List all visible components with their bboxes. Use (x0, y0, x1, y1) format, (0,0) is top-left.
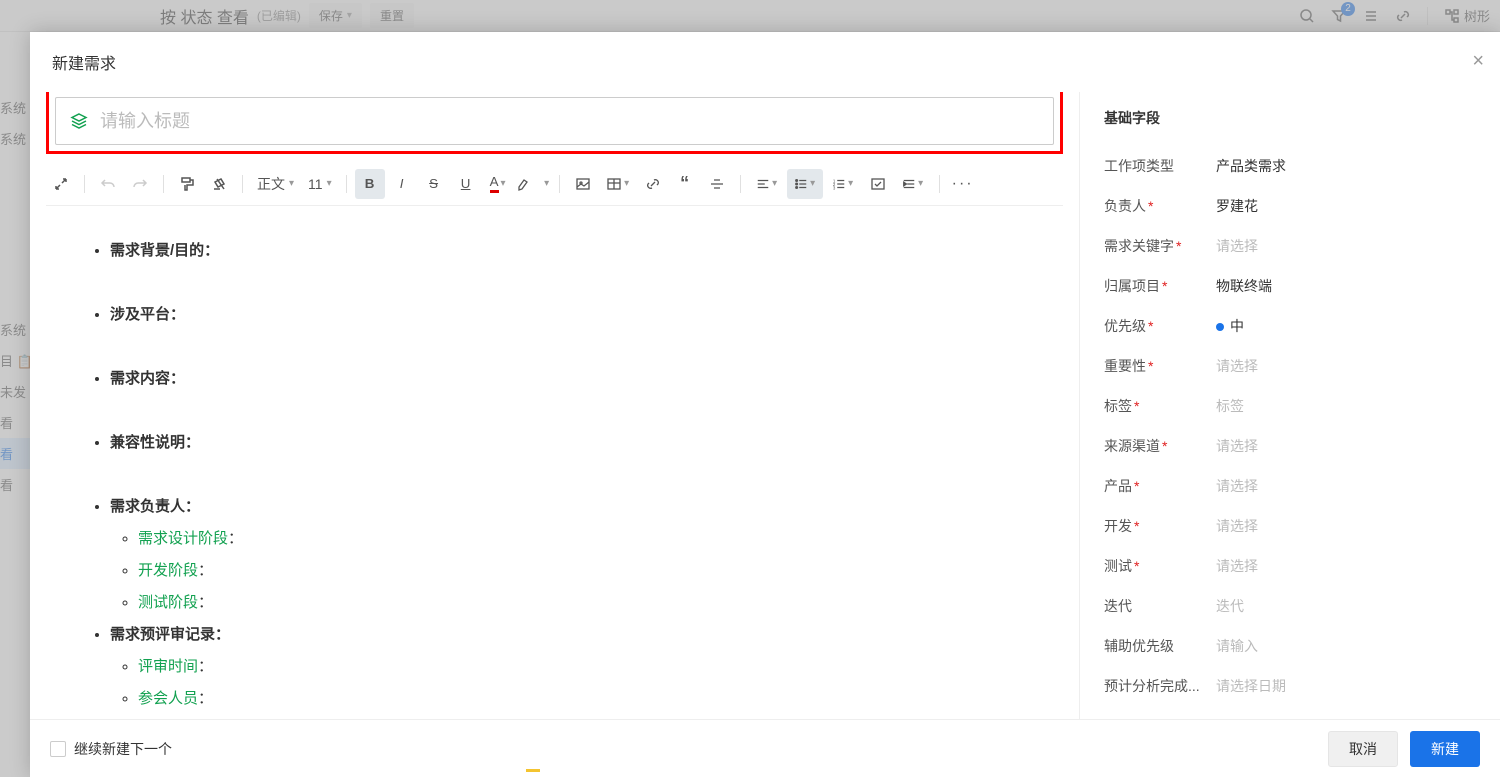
field-row[interactable]: 优先级* 中 (1104, 306, 1476, 346)
indent-button[interactable]: ▾ (895, 169, 931, 199)
field-label: 标签* (1104, 396, 1204, 416)
field-row[interactable]: 标签* 标签 (1104, 386, 1476, 426)
clear-format-icon[interactable] (204, 169, 234, 199)
field-label: 归属项目* (1104, 276, 1204, 296)
bullet-list-button[interactable]: ▾ (787, 169, 823, 199)
svg-text:3: 3 (833, 185, 836, 190)
underline-button[interactable]: U (451, 169, 481, 199)
field-value[interactable]: 物联终端 (1216, 276, 1272, 296)
font-color-button[interactable]: A▾ (483, 169, 513, 199)
font-size-select[interactable]: 11 ▾ (302, 169, 338, 199)
sidebar-section-title: 基础字段 (1104, 108, 1476, 128)
paragraph-format-select[interactable]: 正文 ▾ (251, 169, 300, 199)
field-row[interactable]: 负责人* 罗建花 (1104, 186, 1476, 226)
continue-label: 继续新建下一个 (74, 739, 172, 759)
field-value[interactable]: 罗建花 (1216, 196, 1258, 216)
field-value[interactable]: 产品类需求 (1216, 156, 1286, 176)
italic-button[interactable]: I (387, 169, 417, 199)
divider-icon[interactable] (702, 169, 732, 199)
undo-icon[interactable] (93, 169, 123, 199)
chevron-down-icon: ▾ (289, 178, 294, 189)
bold-button[interactable]: B (355, 169, 385, 199)
field-label: 测试* (1104, 556, 1204, 576)
field-label: 开发* (1104, 516, 1204, 536)
checklist-icon[interactable] (863, 169, 893, 199)
template-heading: 兼容性说明： (110, 434, 200, 451)
field-row[interactable]: 测试* 请选择 (1104, 546, 1476, 586)
table-icon[interactable]: ▾ (600, 169, 636, 199)
field-label: 工作项类型 (1104, 156, 1204, 176)
field-value[interactable]: 请选择 (1216, 236, 1258, 256)
strikethrough-button[interactable]: S (419, 169, 449, 199)
field-row[interactable]: 辅助优先级请输入 (1104, 626, 1476, 666)
field-row[interactable]: 工作项类型产品类需求 (1104, 146, 1476, 186)
field-label: 辅助优先级 (1104, 636, 1204, 656)
redo-icon[interactable] (125, 169, 155, 199)
format-painter-icon[interactable] (172, 169, 202, 199)
field-label: 重要性* (1104, 356, 1204, 376)
field-row[interactable]: 需求关键字* 请选择 (1104, 226, 1476, 266)
field-label: 来源渠道* (1104, 436, 1204, 456)
layers-icon (70, 112, 88, 130)
field-row[interactable]: 迭代迭代 (1104, 586, 1476, 626)
field-value[interactable]: 中 (1216, 316, 1244, 336)
continue-checkbox[interactable] (50, 741, 66, 757)
field-value[interactable]: 请选择 (1216, 476, 1258, 496)
chevron-down-icon: ▾ (327, 178, 332, 189)
field-value[interactable]: 迭代 (1216, 596, 1244, 616)
template-sub: 测试阶段 (138, 594, 198, 611)
field-row[interactable]: 产品* 请选择 (1104, 466, 1476, 506)
template-sub: 参会人员 (138, 690, 198, 707)
field-row[interactable]: 预计分析完成... 请选择日期 (1104, 666, 1476, 706)
editor-content[interactable]: 需求背景/目的： 涉及平台： 需求内容： 兼容性说明： 需求负责人： 需求设计阶… (46, 206, 1063, 719)
submit-button[interactable]: 新建 (1410, 731, 1480, 767)
title-input-highlight (46, 92, 1063, 154)
field-label: 负责人* (1104, 196, 1204, 216)
numbered-list-button[interactable]: 123▾ (825, 169, 861, 199)
template-heading: 涉及平台： (110, 306, 185, 323)
image-icon[interactable] (568, 169, 598, 199)
modal-title: 新建需求 (52, 50, 116, 74)
close-icon[interactable]: × (1472, 50, 1484, 73)
more-icon[interactable]: ··· (948, 169, 978, 199)
align-button[interactable]: ▾ (749, 169, 785, 199)
field-value[interactable]: 请选择 (1216, 516, 1258, 536)
field-label: 优先级* (1104, 316, 1204, 336)
field-value[interactable]: 请选择 (1216, 436, 1258, 456)
field-row[interactable]: 重要性* 请选择 (1104, 346, 1476, 386)
template-heading: 需求内容： (110, 370, 185, 387)
field-row[interactable]: 开发* 请选择 (1104, 506, 1476, 546)
template-heading: 需求预评审记录： (110, 626, 230, 643)
link-button-icon[interactable] (638, 169, 668, 199)
template-heading: 需求背景/目的： (110, 242, 219, 259)
field-value[interactable]: 请选择 (1216, 356, 1258, 376)
field-value[interactable]: 请选择 (1216, 556, 1258, 576)
field-value[interactable]: 标签 (1216, 396, 1244, 416)
field-value[interactable]: 请输入 (1216, 636, 1258, 656)
template-sub: 评审时间 (138, 658, 198, 675)
template-sub: 需求设计阶段 (138, 530, 228, 547)
cancel-button[interactable]: 取消 (1328, 731, 1398, 767)
expand-icon[interactable] (46, 169, 76, 199)
field-label: 迭代 (1104, 596, 1204, 616)
editor-toolbar: 正文 ▾ 11 ▾ B I S U A▾ ▾ (46, 162, 1063, 206)
field-label: 需求关键字* (1104, 236, 1204, 256)
field-label: 产品* (1104, 476, 1204, 496)
title-input[interactable] (100, 111, 1039, 132)
field-label: 预计分析完成... (1104, 676, 1204, 696)
field-row[interactable]: 归属项目* 物联终端 (1104, 266, 1476, 306)
field-value[interactable]: 请选择日期 (1216, 676, 1286, 696)
highlight-button[interactable]: ▾ (515, 169, 551, 199)
field-row[interactable]: 来源渠道* 请选择 (1104, 426, 1476, 466)
fields-sidebar: 基础字段 工作项类型产品类需求负责人*罗建花需求关键字*请选择归属项目*物联终端… (1080, 92, 1500, 719)
template-sub: 开发阶段 (138, 562, 198, 579)
quote-icon[interactable]: “ (670, 169, 700, 199)
create-requirement-modal: 新建需求 × (30, 32, 1500, 777)
modal-footer: 继续新建下一个 取消 新建 (30, 719, 1500, 777)
modal-header: 新建需求 × (30, 32, 1500, 92)
template-heading: 需求负责人： (110, 498, 200, 515)
